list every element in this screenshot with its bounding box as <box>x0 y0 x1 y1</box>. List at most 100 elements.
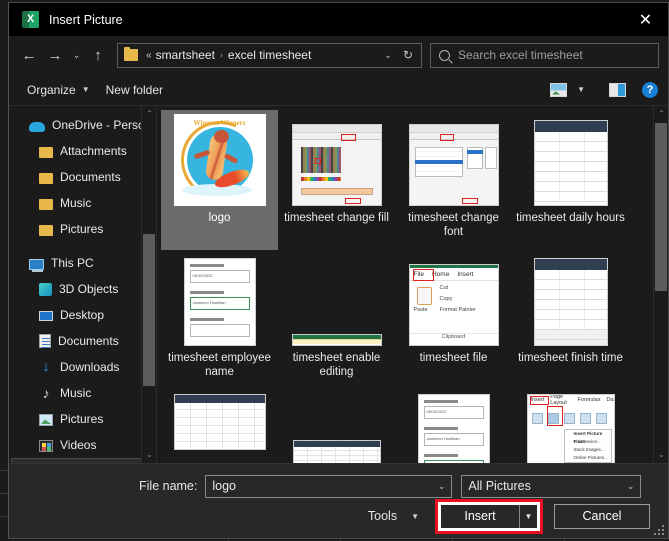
sidebar-item-label: Pictures <box>60 222 103 236</box>
file-item-ribbon-insert-picture[interactable]: Insert Page Layout Formulas Da <box>512 390 629 463</box>
scrollbar-thumb[interactable] <box>143 234 155 386</box>
file-name-value: logo <box>212 479 437 493</box>
chevron-down-icon[interactable]: ⌄ <box>378 50 398 61</box>
insert-dropdown-icon[interactable]: ▼ <box>519 505 537 528</box>
help-icon[interactable]: ? <box>642 82 658 98</box>
thumbnail <box>521 114 621 206</box>
scroll-down-icon[interactable]: ⌄ <box>654 447 668 463</box>
icons-icon <box>580 413 591 424</box>
week-of-label <box>190 264 224 267</box>
documents-icon <box>39 334 51 348</box>
sidebar-item-attachments[interactable]: Attachments <box>9 138 156 164</box>
sidebar-item-pictures-onedrive[interactable]: Pictures <box>9 216 156 242</box>
menu-item-online-pictures: Online Pictures... <box>565 454 611 462</box>
sidebar-item-videos[interactable]: Videos <box>9 432 156 458</box>
recent-locations-button[interactable]: ⌄ <box>68 42 85 68</box>
search-box[interactable]: Search excel timesheet <box>430 43 659 68</box>
breadcrumb-segment-1[interactable]: smartsheet <box>156 48 215 62</box>
scroll-up-icon[interactable]: ⌃ <box>142 106 157 122</box>
chevron-down-icon[interactable]: ▼ <box>569 85 593 94</box>
sidebar-item-pictures[interactable]: Pictures <box>9 406 156 432</box>
excel-icon: X <box>22 11 39 28</box>
cloud-icon <box>29 122 45 132</box>
file-item-blank-grid[interactable] <box>161 390 278 463</box>
sidebar-item-label: Documents <box>58 334 119 348</box>
organize-button[interactable]: Organize ▼ <box>19 83 98 97</box>
sidebar-item-3d-objects[interactable]: 3D Objects <box>9 276 156 302</box>
sidebar-scrollbar[interactable]: ⌃ ⌄ <box>141 106 156 463</box>
sidebar-item-label: This PC <box>51 256 94 270</box>
file-item-timesheet-change-fill[interactable]: timesheet change fill <box>278 110 395 250</box>
thumbnail <box>287 254 387 346</box>
breadcrumb-overflow-icon[interactable]: « <box>146 50 152 61</box>
forward-button[interactable]: → <box>42 42 68 68</box>
close-icon[interactable]: ✕ <box>623 3 668 36</box>
ribbon-tab-home: Home <box>432 271 449 278</box>
thumbnail <box>287 394 387 463</box>
scroll-down-icon[interactable]: ⌄ <box>142 447 157 463</box>
sidebar-item-documents-onedrive[interactable]: Documents <box>9 164 156 190</box>
file-item-employee-id-form[interactable]: 09/19/2022 Jameson Houlihan 847508 <box>395 390 512 463</box>
file-item-small-table[interactable] <box>278 390 395 463</box>
address-bar[interactable]: « smartsheet › excel timesheet ⌄ ↻ <box>117 43 422 68</box>
logo-image-thumbnail: Wipeout Wieners <box>174 114 266 206</box>
excel-icon-letter: X <box>27 11 34 28</box>
chevron-down-icon[interactable]: ⌄ <box>627 481 635 492</box>
shapes-icon <box>564 413 575 424</box>
cancel-button[interactable]: Cancel <box>554 504 650 529</box>
employee-name-value: Jameson Houlihan <box>425 434 483 443</box>
insert-button[interactable]: Insert <box>441 505 519 528</box>
dialog-footer: File name: logo ⌄ All Pictures ⌄ Tools ▼… <box>9 463 668 538</box>
thumbnail <box>521 254 621 346</box>
file-name-input[interactable]: logo ⌄ <box>205 475 452 498</box>
sidebar-item-label: Desktop <box>60 308 104 322</box>
file-item-timesheet-change-font[interactable]: timesheet change font <box>395 110 512 250</box>
sidebar-item-music-onedrive[interactable]: Music <box>9 190 156 216</box>
file-item-logo[interactable]: Wipeout Wieners logo <box>161 110 278 250</box>
file-list-scrollbar[interactable]: ⌃ ⌄ <box>653 106 668 463</box>
sidebar-item-label: Downloads <box>60 360 119 374</box>
file-item-timesheet-finish-time[interactable]: timesheet finish time <box>512 250 629 390</box>
dialog-format-cells-font-thumbnail <box>409 124 499 206</box>
sidebar-item-label: Documents <box>60 170 121 184</box>
file-name-label: logo <box>164 211 276 225</box>
file-item-timesheet-daily-hours[interactable]: timesheet daily hours <box>512 110 629 250</box>
back-button[interactable]: ← <box>16 42 42 68</box>
file-item-timesheet-file[interactable]: File Home Insert Paste Cut Copy Format P… <box>395 250 512 390</box>
form-employee-name-thumbnail: 09/19/2022 Jameson Houlihan <box>184 258 256 346</box>
change-view-icon[interactable] <box>550 83 567 97</box>
sidebar-item-music[interactable]: ♪ Music <box>9 380 156 406</box>
search-placeholder: Search excel timesheet <box>458 48 583 62</box>
week-of-value: 09/19/2022 <box>191 271 249 280</box>
file-type-value: All Pictures <box>468 479 626 493</box>
file-item-timesheet-employee-name[interactable]: 09/19/2022 Jameson Houlihan timesheet em… <box>161 250 278 390</box>
new-folder-button[interactable]: New folder <box>98 83 171 97</box>
scrollbar-thumb[interactable] <box>655 123 667 291</box>
sidebar-item-this-pc[interactable]: This PC <box>9 250 156 276</box>
refresh-icon[interactable]: ↻ <box>398 48 418 62</box>
resize-grip[interactable] <box>654 525 664 535</box>
scroll-up-icon[interactable]: ⌃ <box>654 106 668 122</box>
employee-name-label <box>190 291 224 294</box>
thumbnail: 09/19/2022 Jameson Houlihan <box>170 254 270 346</box>
chevron-down-icon[interactable]: ⌄ <box>438 481 446 492</box>
file-name-label: timesheet change fill <box>281 211 393 225</box>
insert-button-highlight: Insert ▼ <box>435 499 543 534</box>
up-button[interactable]: ↑ <box>85 42 111 68</box>
preview-pane-icon[interactable] <box>609 83 626 97</box>
sidebar-item-documents[interactable]: Documents <box>9 328 156 354</box>
file-type-select[interactable]: All Pictures ⌄ <box>461 475 641 498</box>
ribbon-insert-picture-thumbnail: Insert Page Layout Formulas Da <box>527 394 615 463</box>
command-bar-right: ▼ ? <box>550 82 658 98</box>
menu-title: Insert Picture From <box>565 430 611 438</box>
sidebar-item-desktop[interactable]: Desktop <box>9 302 156 328</box>
sidebar-item-label: OneDrive - Person <box>52 118 151 132</box>
title-bar: X Insert Picture ✕ <box>9 3 668 36</box>
form-employee-id-thumbnail: 09/19/2022 Jameson Houlihan 847508 <box>418 394 490 463</box>
insert-picture-dialog: X Insert Picture ✕ ← → ⌄ ↑ « smartsheet … <box>8 2 669 539</box>
breadcrumb-segment-2[interactable]: excel timesheet <box>228 48 311 62</box>
sidebar-item-downloads[interactable]: ↓ Downloads <box>9 354 156 380</box>
sidebar-item-onedrive[interactable]: OneDrive - Person <box>9 112 156 138</box>
file-item-timesheet-enable-editing[interactable]: timesheet enable editing <box>278 250 395 390</box>
tools-button[interactable]: Tools ▼ <box>368 509 419 523</box>
